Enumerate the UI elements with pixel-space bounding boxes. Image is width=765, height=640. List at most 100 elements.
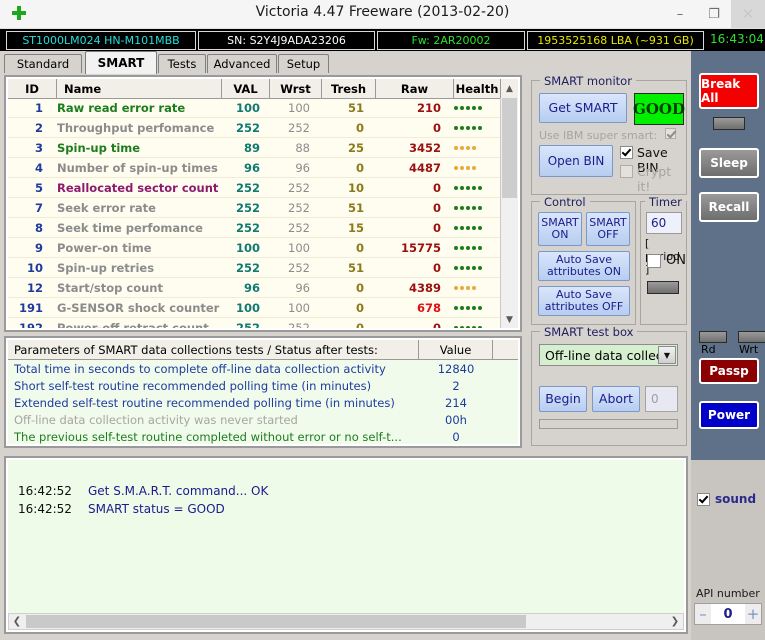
smart-on-button[interactable]: SMART ON <box>538 212 582 246</box>
power-button[interactable]: Power <box>699 401 759 429</box>
tab-tests[interactable]: Tests <box>158 54 206 73</box>
test-lba-field[interactable]: 0 <box>645 386 678 412</box>
chevron-down-icon[interactable]: ▼ <box>658 346 676 364</box>
auto-save-attributes-off-button[interactable]: Auto Save attributes OFF <box>538 286 630 316</box>
smart-off-button[interactable]: SMART OFF <box>586 212 630 246</box>
minimize-button[interactable]: – <box>663 0 697 28</box>
api-number-increment[interactable]: + <box>745 604 761 624</box>
col-header-raw[interactable]: Raw <box>376 79 454 98</box>
control-group: Control SMART ON SMART OFF Auto Save att… <box>531 195 636 325</box>
table-row[interactable]: 5 Reallocated sector count 252 252 10 0 <box>8 178 501 198</box>
table-row[interactable]: 8 Seek time perfomance 252 252 15 0 <box>8 218 501 238</box>
cell-raw: 15775 <box>400 240 441 255</box>
passp-button[interactable]: Passp <box>699 358 759 384</box>
col-header-val[interactable]: VAL <box>222 79 270 98</box>
cell-name: Power-on time <box>57 240 152 255</box>
cell-wrst: 252 <box>288 320 310 329</box>
health-dot <box>466 205 470 210</box>
smart-status-badge: GOOD <box>633 93 685 125</box>
break-all-button[interactable]: Break All <box>699 73 759 109</box>
victoria-app-window: Victoria 4.47 Freeware (2013-02-20) – ❐ … <box>0 0 765 640</box>
log-output[interactable]: 16:42:52 Get S.M.A.R.T. command... OK 16:4… <box>8 460 684 614</box>
health-dot <box>472 285 476 290</box>
params-row[interactable]: Short self-test routine recommended poll… <box>8 377 518 394</box>
scroll-left-icon[interactable]: ❮ <box>9 614 25 629</box>
params-row[interactable]: The previous self-test routine completed… <box>8 428 518 444</box>
table-row[interactable]: 192 Power-off retract count 252 252 0 0 <box>8 318 501 328</box>
save-bin-checkbox[interactable] <box>620 146 633 159</box>
scrollbar-thumb[interactable] <box>502 98 517 198</box>
tab-bar: Standard SMART Tests Advanced Setup API … <box>0 51 765 119</box>
table-row[interactable]: 1 Raw read error rate 100 100 51 210 <box>8 98 501 118</box>
scroll-right-icon[interactable]: ❯ <box>667 614 683 629</box>
health-dots <box>454 245 482 250</box>
auto-save-attributes-on-button[interactable]: Auto Save attributes ON <box>538 251 630 281</box>
close-button[interactable]: ✕ <box>731 0 765 28</box>
table-row[interactable]: 191 G-SENSOR shock counter 100 100 0 678 <box>8 298 501 318</box>
col-header-id[interactable]: ID <box>8 79 57 98</box>
col-header-name[interactable]: Name <box>57 79 222 98</box>
col-header-tresh[interactable]: Tresh <box>322 79 376 98</box>
params-row[interactable]: Total time in seconds to complete off-li… <box>8 360 518 377</box>
sound-toggle[interactable]: sound <box>697 492 756 506</box>
health-dot <box>472 105 476 110</box>
params-row-value: 0 <box>452 429 460 444</box>
health-dot <box>460 325 464 328</box>
clock: 16:43:04 <box>710 32 764 46</box>
log-horizontal-scrollbar[interactable]: ❮ ❯ <box>8 613 684 630</box>
health-dot <box>460 285 464 290</box>
test-type-select[interactable]: Off-line data collect ▼ <box>539 344 678 366</box>
cell-raw: 4389 <box>408 280 441 295</box>
table-row[interactable]: 9 Power-on time 100 100 0 15775 <box>8 238 501 258</box>
cell-health <box>454 238 501 257</box>
params-row[interactable]: Extended self-test routine recommended p… <box>8 394 518 411</box>
scroll-up-icon[interactable]: ▲ <box>501 79 518 98</box>
get-smart-button[interactable]: Get SMART <box>539 93 627 123</box>
cell-name: Reallocated sector count <box>57 180 219 195</box>
cell-raw: 0 <box>432 180 441 195</box>
table-row[interactable]: 7 Seek error rate 252 252 51 0 <box>8 198 501 218</box>
cell-val: 252 <box>235 260 260 275</box>
rd-label: Rd <box>701 343 716 356</box>
health-dots <box>454 105 482 110</box>
sleep-button[interactable]: Sleep <box>699 148 759 178</box>
tab-advanced[interactable]: Advanced <box>207 54 277 73</box>
log-panel: 16:42:52 Get S.M.A.R.T. command... OK 16:4… <box>4 456 688 634</box>
tab-smart[interactable]: SMART <box>85 51 157 74</box>
api-number-decrement[interactable]: – <box>695 604 711 624</box>
far-right-button-column: Break All Sleep Recall Rd Wrt Passp Powe… <box>691 51 765 460</box>
table-row[interactable]: 12 Start/stop count 96 96 0 4389 <box>8 278 501 298</box>
cell-val: 252 <box>235 120 260 135</box>
api-number-stepper[interactable]: – 0 + <box>694 603 762 625</box>
cell-id: 9 <box>34 240 43 255</box>
sound-checkbox[interactable] <box>697 492 710 506</box>
health-dot <box>478 325 482 328</box>
maximize-button[interactable]: ❐ <box>697 0 731 28</box>
cell-name: Spin-up time <box>57 140 141 155</box>
timer-value-input[interactable]: 60 <box>646 212 682 234</box>
begin-button[interactable]: Begin <box>539 386 587 412</box>
tab-setup[interactable]: Setup <box>278 54 329 73</box>
recall-button[interactable]: Recall <box>699 192 759 222</box>
open-bin-button[interactable]: Open BIN <box>539 145 613 177</box>
table-row[interactable]: 2 Throughput perfomance 252 252 0 0 <box>8 118 501 138</box>
health-dot <box>454 285 458 290</box>
params-row[interactable]: Off-line data collection activity was ne… <box>8 411 518 428</box>
col-header-health[interactable]: Health <box>454 79 501 98</box>
log-scrollbar-thumb[interactable] <box>26 615 526 628</box>
attributes-vertical-scrollbar[interactable]: ▼ <box>500 98 518 328</box>
timer-on-checkbox[interactable] <box>647 254 661 268</box>
smart-off-line2: OFF <box>597 228 619 241</box>
table-row[interactable]: 3 Spin-up time 89 88 25 3452 <box>8 138 501 158</box>
power-label: Power <box>707 408 751 422</box>
health-dot <box>478 265 482 270</box>
abort-button[interactable]: Abort <box>592 386 640 412</box>
minimize-icon: – <box>676 6 684 22</box>
table-row[interactable]: 10 Spin-up retries 252 252 51 0 <box>8 258 501 278</box>
table-row[interactable]: 4 Number of spin-up times 96 96 0 4487 <box>8 158 501 178</box>
scroll-down-icon[interactable]: ▼ <box>501 311 518 328</box>
tab-standard[interactable]: Standard <box>4 54 82 73</box>
wrt-label: Wrt <box>739 343 759 356</box>
col-header-wrst[interactable]: Wrst <box>270 79 322 98</box>
params-panel: Parameters of SMART data collections tes… <box>4 336 522 448</box>
